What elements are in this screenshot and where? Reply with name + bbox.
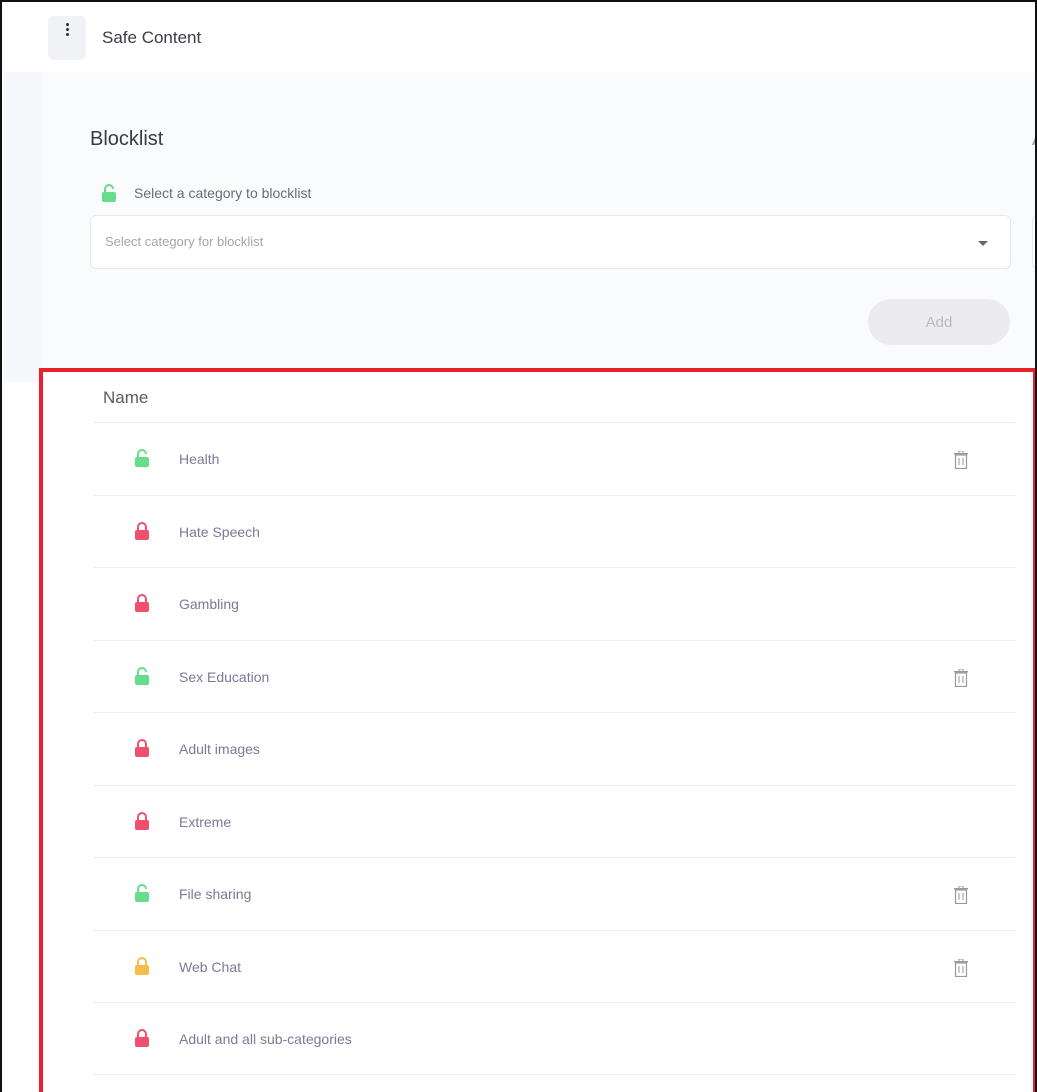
app-title: Safe Content [102,28,202,47]
lock-closed-icon [135,739,149,757]
table-row[interactable]: Hate Speech [93,494,1015,568]
table-body: Health Hate Speech Gambling Sex Education Ad… [93,422,1015,1075]
hint-text: Select a category to blocklist [134,185,312,201]
lock-open-icon [135,884,149,902]
top-bar: Safe Content [4,4,1035,70]
add-button[interactable]: Add [868,299,1010,345]
lock-closed-icon [135,811,149,830]
trash-icon[interactable] [953,958,969,977]
trash-icon[interactable] [953,886,969,904]
blocklist-panel: Blocklist A Select a category to blockli… [42,72,1035,374]
adjacent-select-edge [1032,215,1035,269]
lock-closed-icon [135,594,149,612]
table-row[interactable]: Sex Education [93,639,1015,713]
chevron-down-icon[interactable] [978,241,988,246]
left-sidebar-strip [4,72,42,382]
category-select[interactable]: Select category for blocklist [90,215,1011,269]
trash-icon[interactable] [953,451,969,469]
section-title: Blocklist [90,128,164,150]
category-name: Extreme [179,813,232,830]
table-row[interactable]: Adult and all sub-categories [93,1002,1015,1075]
column-header-name: Name [103,388,149,407]
category-hint: Select a category to blocklist [102,184,311,202]
table-row[interactable]: Gambling [93,567,1015,640]
table-row[interactable]: File sharing [93,857,1015,930]
lock-open-icon [135,449,149,467]
trash-icon[interactable] [953,668,969,687]
table-row[interactable]: Extreme [93,784,1015,858]
app-frame: Safe Content Blocklist A Select a catego… [0,0,1037,1092]
lock-open-icon [135,666,149,685]
table-row[interactable]: Health [93,422,1015,495]
category-name: File sharing [179,886,252,902]
category-name: Hate Speech [179,523,260,540]
adjacent-panel-title: A [1032,128,1035,151]
select-placeholder: Select category for blocklist [105,234,264,249]
category-table: Name Health Hate Speech Gambling Sex Educat… [39,368,1035,1092]
kebab-menu-icon[interactable] [48,16,86,60]
category-name: Health [179,451,220,467]
lock-closed-icon [135,521,149,540]
category-name: Web Chat [179,958,241,975]
lock-closed-icon [135,1029,149,1047]
category-name: Gambling [179,596,239,612]
category-name: Adult and all sub-categories [179,1031,352,1047]
lock-open-icon [102,184,116,202]
category-name: Adult images [179,741,260,757]
category-name: Sex Education [179,668,270,685]
table-row[interactable]: Web Chat [93,929,1015,1003]
lock-closed-icon [135,956,149,975]
table-row[interactable]: Adult images [93,712,1015,785]
